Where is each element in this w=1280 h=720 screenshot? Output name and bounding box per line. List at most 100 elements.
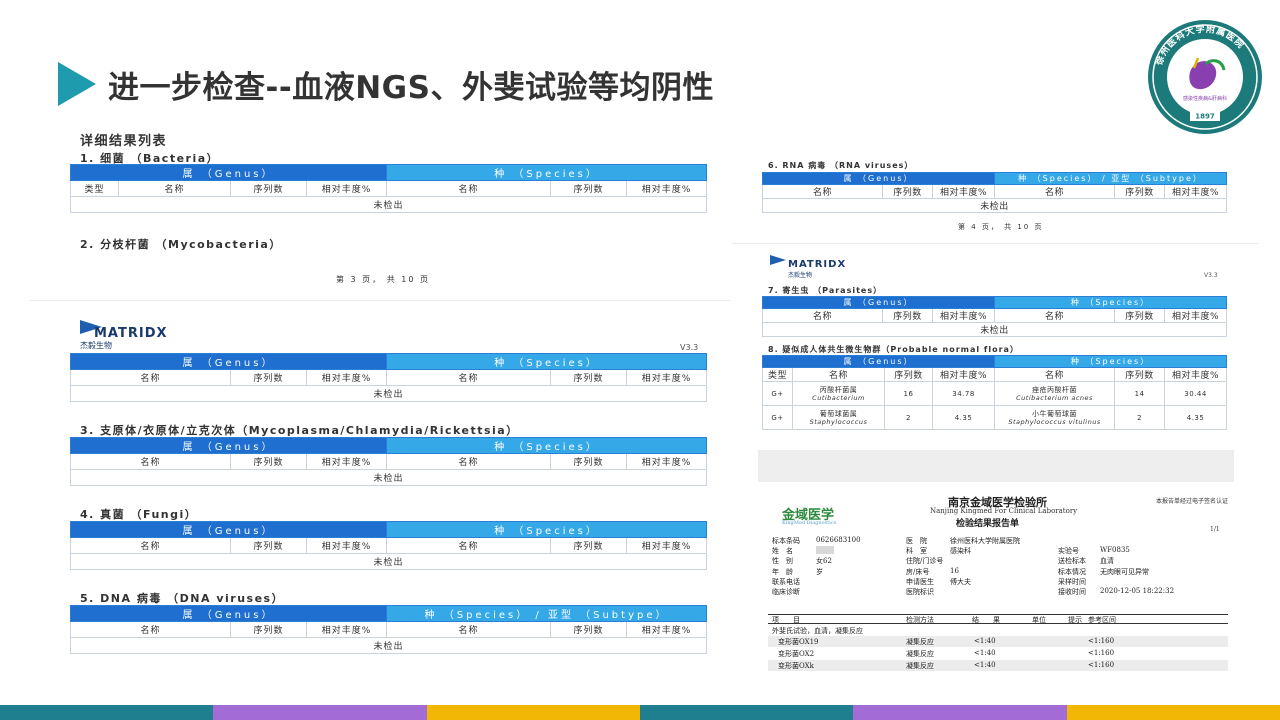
species-header: 种 （Species） [386,164,708,181]
dna-virus-table: 属 （Genus） 种 （Species） / 亚型 （Subtype） 名称 … [69,605,708,654]
table-row: 变形菌OX19 凝集反应 <1:40 <1:160 [768,636,1228,647]
page-divider [732,243,1258,244]
genus-header: 属 （Genus） [761,355,996,368]
genus-header: 属 （Genus） [69,605,388,622]
weil-felix-report: 金域医学 KingMed Diagnostics 南京金域医学检验所 Nanji… [768,480,1228,702]
page-divider [30,300,730,301]
normal-flora-table: 属 （Genus） 种 （Species） 类型 名称 序列数 相对丰度% 名称… [761,355,1228,430]
col-reads: 序列数 [230,180,307,197]
species-header: 种 （Species） [386,521,708,538]
col-abundance: 相对丰度% [626,621,708,638]
parasites-table: 属 （Genus） 种 （Species） 名称 序列数 相对丰度% 名称 序列… [761,296,1228,337]
species-header: 种 （Species） [386,353,708,370]
not-detected-cell: 未检出 [69,469,708,486]
col-reads: 序列数 [884,367,933,382]
separator-band [758,450,1234,482]
redacted-name [816,546,834,555]
generic-table-1: 属 （Genus） 种 （Species） 名称 序列数 相对丰度% 名称 序列… [69,353,708,402]
col-reads: 序列数 [882,308,933,323]
matridx-arrow-icon [770,255,786,265]
not-detected-cell: 未检出 [69,385,708,402]
col-abundance: 相对丰度% [626,180,708,197]
table-row: G+ 葡萄球菌属 Staphylococcus 2 4.35 小牛葡萄球菌 Stap… [762,405,1228,430]
section-dna-virus-title: 5. DNA 病毒 （DNA viruses） [80,592,285,605]
section-normal-flora-title: 8. 疑似成人体共生微生物群（Probable normal flora） [768,345,1019,354]
svg-text:1897: 1897 [1195,113,1215,121]
species-header: 种 （Species） [386,437,708,454]
col-abundance: 相对丰度% [931,184,996,199]
genus-header: 属 （Genus） [69,353,388,370]
col-name: 名称 [70,369,231,386]
col-abundance: 相对丰度% [931,308,996,323]
col-abundance: 相对丰度% [1164,367,1228,382]
not-detected-cell: 未检出 [761,322,1228,337]
col-abundance: 相对丰度% [305,621,388,638]
col-type: 类型 [762,367,793,382]
bacteria-table: 属 （Genus） 种 （Species） 类型 名称 序列数 相对丰度% 名称… [69,164,708,213]
col-reads: 序列数 [550,453,628,470]
not-detected-cell: 未检出 [69,637,708,654]
page-number: 第 4 页， 共 10 页 [958,223,1044,231]
col-name: 名称 [386,180,552,197]
section-fungi-title: 4. 真菌 （Fungi） [80,508,198,521]
col-name: 名称 [792,367,885,382]
col-name: 名称 [70,621,231,638]
col-reads: 序列数 [230,453,307,470]
report-title: 检验结果报告单 [956,519,1020,529]
col-name: 名称 [386,369,552,386]
species-header: 种 （Species） [994,296,1228,309]
col-name: 名称 [762,308,883,323]
color-bar-segment [213,705,427,720]
col-reads: 序列数 [550,369,628,386]
not-detected-cell: 未检出 [761,198,1228,213]
slide-title: 进一步检查--血液NGS、外斐试验等均阴性 [108,70,714,106]
rna-virus-table: 属 （Genus） 种 （Species） / 亚型 （Subtype） 名称 … [761,172,1228,213]
genus-header: 属 （Genus） [761,296,996,309]
table-row: 变形菌OX2 凝集反应 <1:40 <1:160 [778,649,1115,658]
col-name: 名称 [994,184,1116,199]
col-name: 名称 [994,308,1116,323]
color-bar-segment [1067,705,1280,720]
lab-name-en: Nanjing Kingmed For Clinical Laboratory [930,507,1078,515]
hospital-seal-logo: 徐州医科大学附属医院 感染性疾病&肝病科 1897 [1148,20,1262,134]
genus-header: 属 （Genus） [761,172,996,185]
mycoplasma-table: 属 （Genus） 种 （Species） 名称 序列数 相对丰度% 名称 序列… [69,437,708,486]
col-name: 名称 [118,180,231,197]
section-parasites-title: 7. 寄生虫 （Parasites） [768,286,883,295]
results-group-title: 外斐氏试验，血清，凝集反应 [772,627,863,635]
col-reads: 序列数 [230,621,307,638]
col-abundance: 相对丰度% [305,180,388,197]
col-name: 名称 [386,621,552,638]
col-abundance: 相对丰度% [626,369,708,386]
color-bar-segment [0,705,213,720]
col-name: 名称 [70,537,231,554]
species-subtype-header: 种 （Species） / 亚型 （Subtype） [386,605,708,622]
col-reads: 序列数 [882,184,933,199]
section-rna-virus-title: 6. RNA 病毒 （RNA viruses） [768,161,914,170]
not-detected-cell: 未检出 [69,553,708,570]
col-name: 名称 [70,453,231,470]
col-abundance: 相对丰度% [305,369,388,386]
table-row: 变形菌OXk 凝集反应 <1:40 <1:160 [768,660,1228,671]
col-name: 名称 [994,367,1116,382]
version-label: V3.3 [1204,272,1218,279]
col-abundance: 相对丰度% [931,367,996,382]
col-abundance: 相对丰度% [1164,184,1228,199]
e-sign-notice: 本报告单经过电子签名认证 [1156,498,1229,505]
col-reads: 序列数 [550,537,628,554]
col-reads: 序列数 [1114,184,1166,199]
page-number: 第 3 页， 共 10 页 [336,275,430,284]
col-abundance: 相对丰度% [1164,308,1228,323]
species-subtype-header: 种 （Species） / 亚型 （Subtype） [994,172,1228,185]
genus-header: 属 （Genus） [69,164,388,181]
col-abundance: 相对丰度% [305,453,388,470]
svg-text:感染性疾病&肝病科: 感染性疾病&肝病科 [1183,95,1227,102]
col-abundance: 相对丰度% [305,537,388,554]
color-bar-segment [427,705,640,720]
report-page: 1/1 [1210,526,1220,533]
col-name: 名称 [386,453,552,470]
kingmed-logo-sub: KingMed Diagnostics [782,520,837,526]
col-reads: 序列数 [230,369,307,386]
col-reads: 序列数 [1114,367,1166,382]
results-list-header: 详细结果列表 [80,134,168,149]
